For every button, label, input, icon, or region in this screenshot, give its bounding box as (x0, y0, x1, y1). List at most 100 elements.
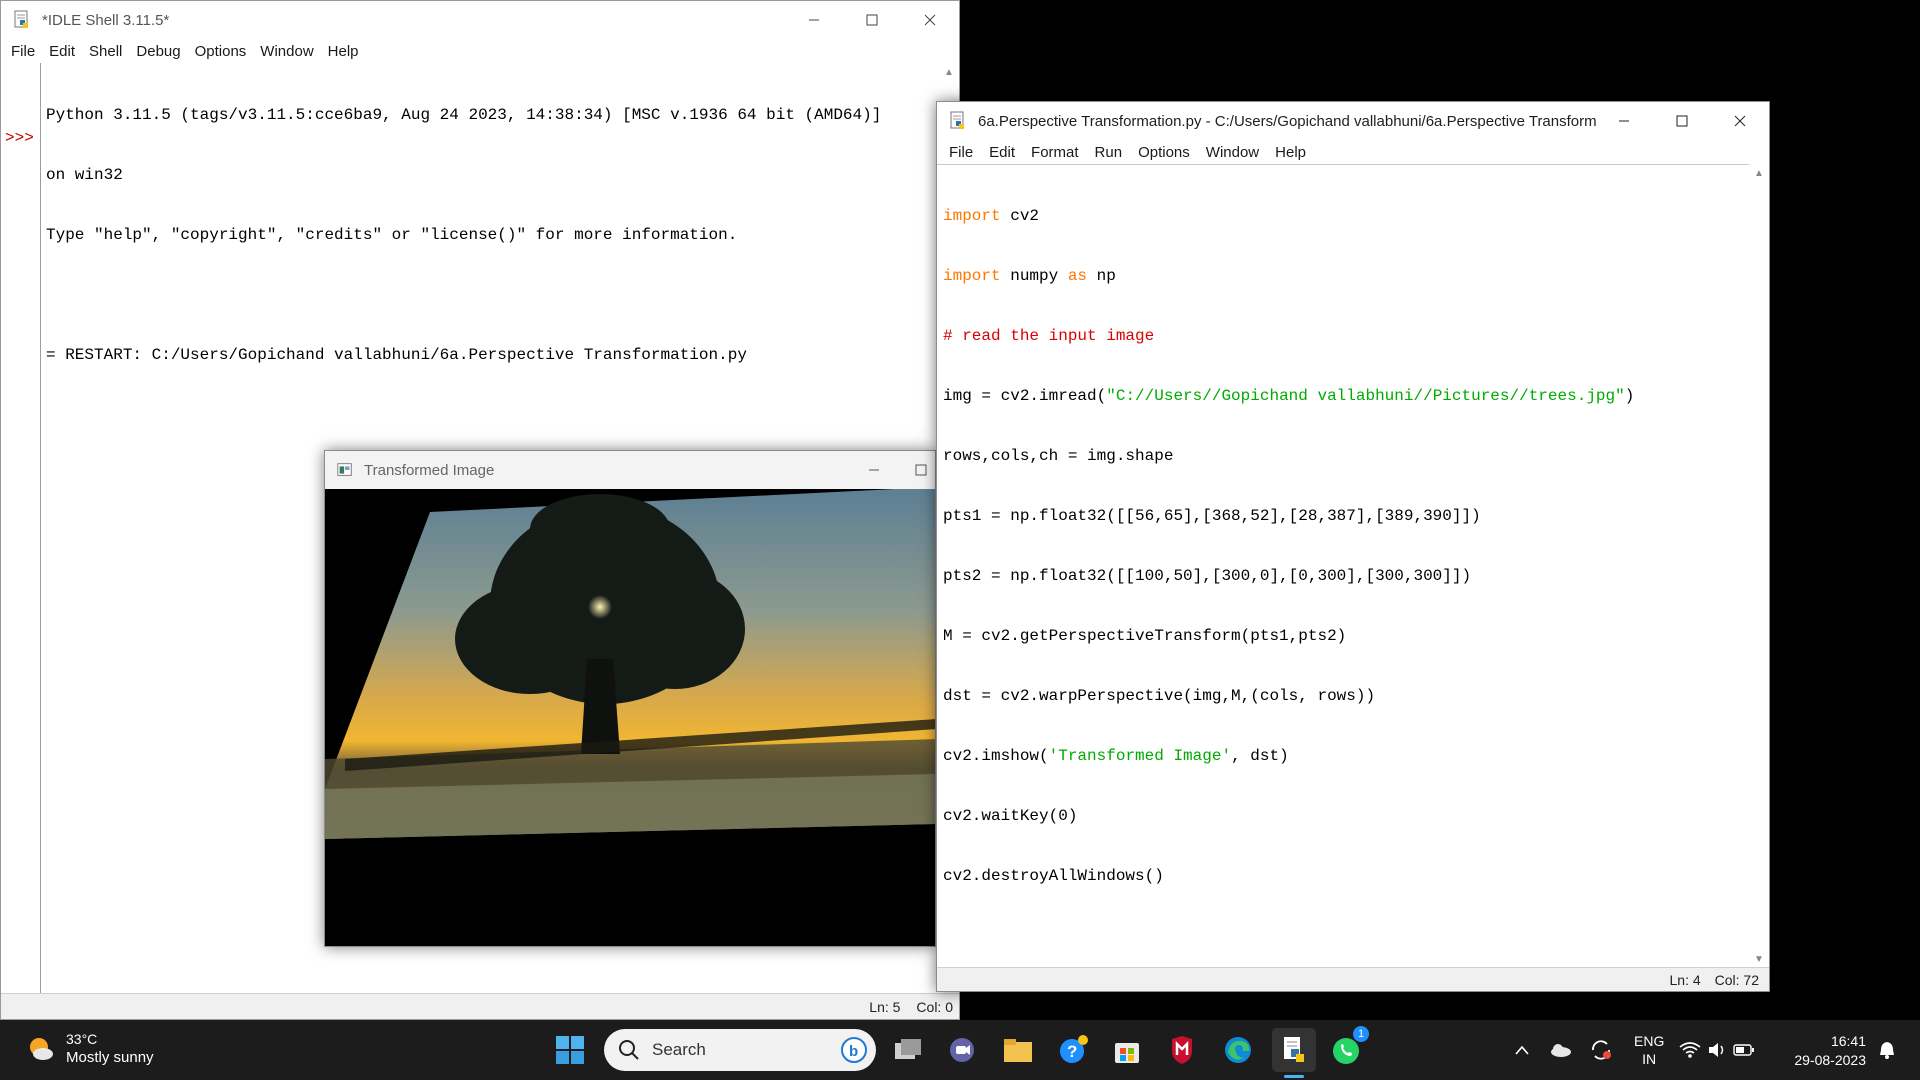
onedrive-button[interactable] (1541, 1030, 1581, 1070)
maximize-button[interactable] (843, 1, 901, 39)
editor-maximize-button[interactable] (1653, 102, 1711, 140)
menu-run[interactable]: Run (1087, 144, 1131, 161)
teams-button[interactable] (942, 1030, 982, 1070)
menu-window[interactable]: Window (254, 43, 319, 60)
search-placeholder: Search (652, 1040, 706, 1059)
editor-titlebar[interactable]: 6a.Perspective Transformation.py - C:/Us… (937, 102, 1769, 140)
chevron-up-icon (1515, 1045, 1529, 1055)
image-window-titlebar[interactable]: Transformed Image (325, 451, 935, 489)
minimize-button[interactable] (785, 1, 843, 39)
menu-debug[interactable]: Debug (130, 43, 186, 60)
code-comment: # read the input image (943, 327, 1155, 345)
system-clock[interactable]: 16:41 29-08-2023 (1786, 1032, 1866, 1070)
menu-window[interactable]: Window (1198, 144, 1267, 161)
start-button[interactable] (550, 1030, 590, 1070)
weather-condition: Mostly sunny (66, 1049, 154, 1066)
menu-shell[interactable]: Shell (83, 43, 128, 60)
scroll-down-icon[interactable]: ▼ (1754, 954, 1764, 965)
bing-icon: b (841, 1037, 867, 1063)
idle-taskbar-button[interactable] (1272, 1028, 1316, 1078)
clock-date: 29-08-2023 (1794, 1052, 1866, 1068)
whatsapp-button[interactable]: 1 (1327, 1026, 1369, 1070)
show-hidden-icons-button[interactable] (1502, 1030, 1542, 1070)
menu-edit[interactable]: Edit (981, 144, 1023, 161)
code-text: ) (1624, 387, 1635, 405)
scroll-up-icon[interactable]: ▲ (944, 67, 954, 78)
menu-help[interactable]: Help (1267, 144, 1314, 161)
file-explorer-button[interactable] (998, 1030, 1038, 1070)
get-help-button[interactable]: ? (1053, 1030, 1093, 1070)
wifi-button[interactable] (1677, 1030, 1703, 1070)
image-minimize-button[interactable] (845, 451, 903, 489)
code-text: , dst) (1231, 747, 1289, 765)
idle-editor-icon (950, 111, 964, 129)
weather-temperature: 33°C (66, 1031, 98, 1047)
image-maximize-button[interactable] (903, 451, 935, 489)
keyword: import (943, 267, 1001, 285)
notification-center-button[interactable] (1874, 1030, 1900, 1070)
mcafee-button[interactable] (1162, 1030, 1202, 1070)
menu-options[interactable]: Options (189, 43, 253, 60)
editor-scrollbar[interactable]: ▲ ▼ (1749, 164, 1769, 969)
minimize-icon (809, 19, 819, 21)
store-icon (1115, 1043, 1139, 1063)
speaker-icon (1709, 1043, 1724, 1057)
code-text: cv2 (1000, 207, 1040, 225)
volume-button[interactable] (1704, 1030, 1730, 1070)
code-line: import numpy as np (943, 266, 1733, 286)
sync-icon (1592, 1040, 1611, 1060)
menu-options[interactable]: Options (1130, 144, 1198, 161)
task-view-button[interactable] (888, 1030, 928, 1070)
task-view-icon (895, 1039, 921, 1059)
menu-edit[interactable]: Edit (43, 43, 81, 60)
idle-app-icon (14, 10, 28, 28)
shell-column-number: Col: 0 (916, 998, 953, 1015)
string-literal: 'Transformed Image' (1048, 747, 1232, 765)
battery-button[interactable] (1731, 1030, 1757, 1070)
maximize-icon (915, 464, 927, 476)
code-editor[interactable]: import cv2 import numpy as np # read the… (943, 166, 1733, 926)
shell-line: on win32 (46, 166, 123, 184)
editor-close-button[interactable] (1711, 102, 1769, 140)
editor-window[interactable]: 6a.Perspective Transformation.py - C:/Us… (936, 101, 1770, 992)
maximize-icon (866, 14, 878, 26)
transformed-image-window[interactable]: Transformed Image (324, 450, 936, 947)
code-line: cv2.imshow('Transformed Image', dst) (943, 746, 1733, 766)
code-line: img = cv2.imread("C://Users//Gopichand v… (943, 386, 1733, 406)
shell-output[interactable]: Python 3.11.5 (tags/v3.11.5:cce6ba9, Aug… (46, 65, 926, 405)
shell-titlebar[interactable]: *IDLE Shell 3.11.5* (1, 1, 959, 39)
edge-button[interactable] (1218, 1030, 1258, 1070)
close-button[interactable] (901, 1, 959, 39)
search-icon (619, 1040, 639, 1060)
shell-line-number: Ln: 5 (869, 998, 901, 1015)
sync-status-button[interactable] (1581, 1030, 1621, 1070)
maximize-icon (1676, 115, 1688, 127)
microsoft-store-button[interactable] (1107, 1030, 1147, 1070)
code-text: img = cv2.imread( (943, 387, 1107, 405)
language-code: ENG (1634, 1033, 1665, 1049)
menu-help[interactable]: Help (322, 43, 365, 60)
editor-minimize-button[interactable] (1595, 102, 1653, 140)
scroll-up-icon[interactable]: ▲ (1754, 168, 1764, 179)
keyword: as (1067, 267, 1088, 285)
taskbar: 33°C Mostly sunny Search b ? 1 ENG IN 16… (0, 1020, 1920, 1080)
editor-statusbar: Ln: 4 Col: 72 (937, 967, 1769, 991)
svg-text:b: b (849, 1043, 858, 1060)
taskbar-search[interactable]: Search b (604, 1029, 876, 1071)
help-icon: ? (1060, 1035, 1088, 1063)
shell-title: *IDLE Shell 3.11.5* (42, 11, 170, 29)
code-text: np (1087, 267, 1116, 285)
weather-widget[interactable]: 33°C Mostly sunny (26, 1030, 154, 1067)
menu-file[interactable]: File (941, 144, 981, 161)
minimize-icon (1619, 120, 1629, 122)
menu-format[interactable]: Format (1023, 144, 1087, 161)
teams-chat-icon (950, 1038, 974, 1062)
notification-badge: 1 (1353, 1026, 1369, 1042)
code-line: cv2.waitKey(0) (943, 807, 1078, 825)
menu-file[interactable]: File (5, 43, 41, 60)
battery-icon (1733, 1044, 1754, 1056)
code-text: cv2.imshow( (943, 747, 1049, 765)
region-code: IN (1642, 1051, 1657, 1067)
language-indicator[interactable]: ENG IN (1634, 1032, 1664, 1068)
edge-browser-icon (1225, 1037, 1251, 1063)
